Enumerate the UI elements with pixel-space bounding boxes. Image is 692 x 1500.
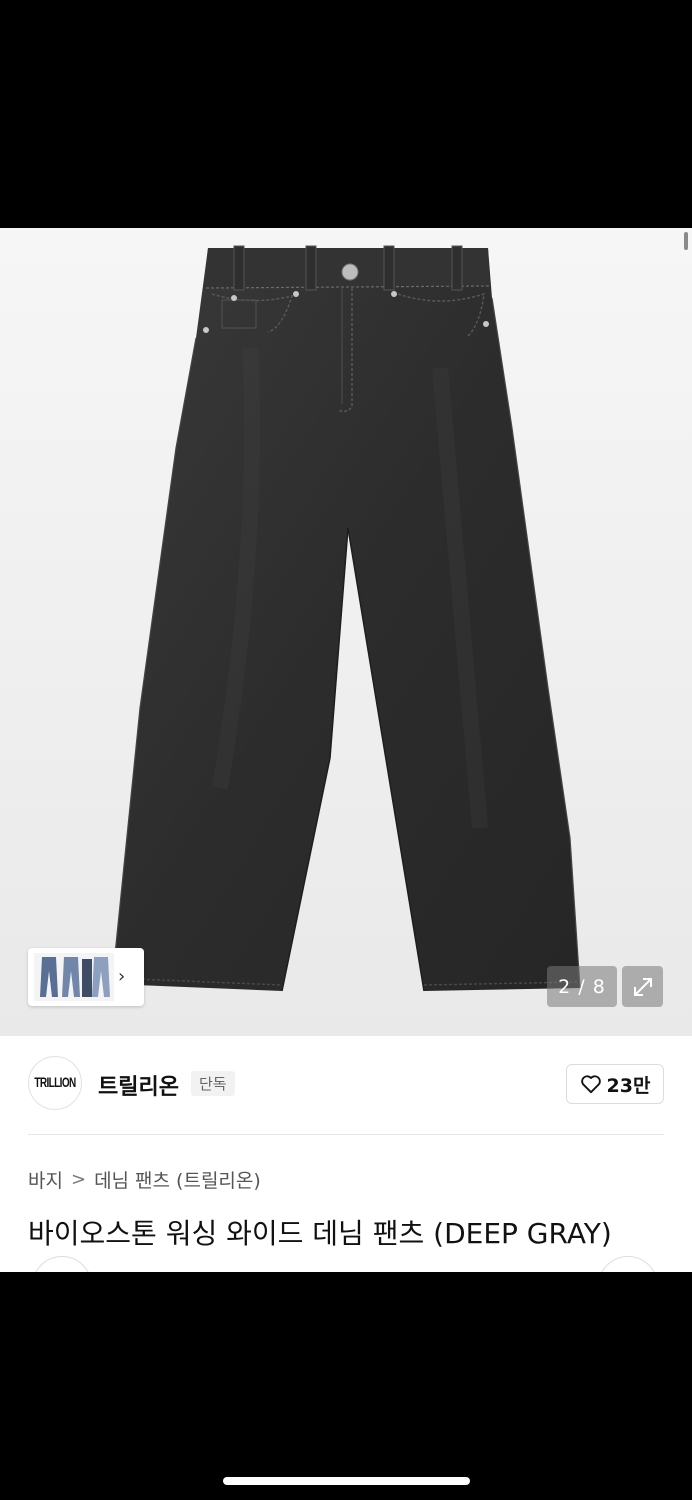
- like-count: 23만: [606, 1074, 651, 1097]
- brand-name[interactable]: 트릴리온: [98, 1069, 179, 1101]
- image-counter: 2 / 8: [547, 966, 617, 1007]
- divider: [28, 1134, 664, 1135]
- breadcrumb-category[interactable]: 바지: [28, 1166, 63, 1193]
- product-title: 바이오스톤 워싱 와이드 데님 팬츠 (DEEP GRAY): [28, 1217, 612, 1250]
- chevron-right-icon: >: [70, 1169, 87, 1190]
- breadcrumb: 바지 > 데님 팬츠 (트릴리온): [28, 1166, 261, 1193]
- expand-button[interactable]: [622, 966, 663, 1007]
- screen: › 2 / 8 TRILLION 트릴리온 단독 23만 바지 > 데님 팬츠 …: [0, 0, 692, 1500]
- circle-button-left[interactable]: [32, 1256, 92, 1272]
- circle-button-right[interactable]: [598, 1256, 658, 1272]
- brand-row: TRILLION 트릴리온 단독 23만: [28, 1056, 664, 1114]
- like-button[interactable]: 23만: [566, 1064, 664, 1104]
- product-page: › 2 / 8 TRILLION 트릴리온 단독 23만 바지 > 데님 팬츠 …: [0, 228, 692, 1272]
- home-indicator: [223, 1477, 470, 1485]
- brand-logo-text: TRILLION: [34, 1075, 76, 1091]
- brand-logo[interactable]: TRILLION: [28, 1056, 82, 1110]
- breadcrumb-subcategory[interactable]: 데님 팬츠 (트릴리온): [94, 1166, 261, 1193]
- product-image-viewer[interactable]: › 2 / 8: [0, 228, 692, 1036]
- thumbnail-strip[interactable]: ›: [28, 948, 144, 1006]
- product-image-jeans: [111, 245, 581, 992]
- exclusive-badge: 단독: [191, 1071, 235, 1096]
- expand-arrows-icon: [633, 977, 652, 996]
- thumbnail-chevron-icon: ›: [118, 966, 126, 987]
- thumbnail-images: [34, 953, 114, 1001]
- heart-outline-icon: [580, 1075, 601, 1094]
